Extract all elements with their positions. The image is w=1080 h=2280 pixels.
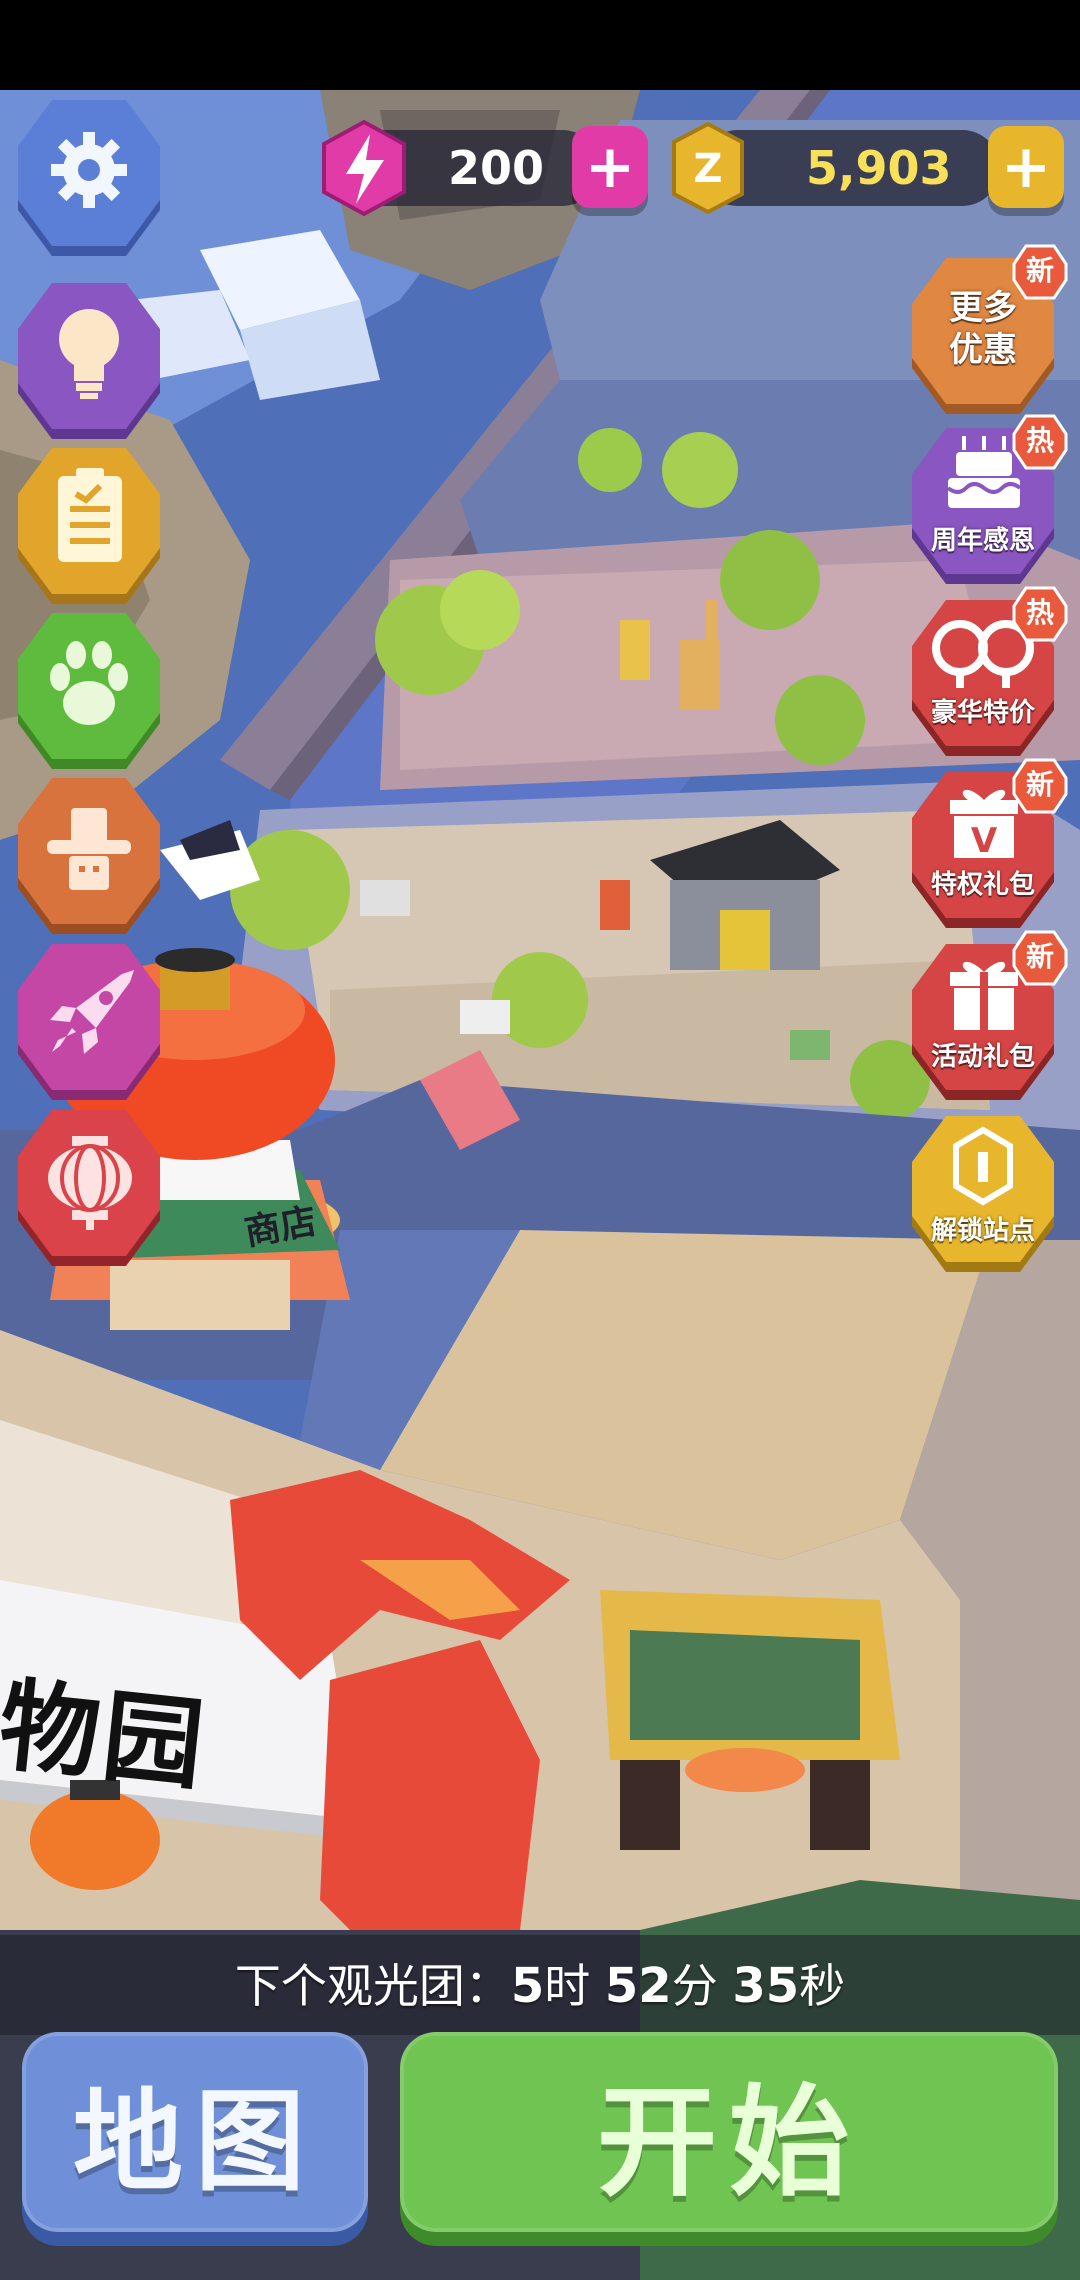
unlock-station-icon [953, 1126, 1013, 1206]
svg-text:V: V [971, 821, 998, 860]
svg-text:Z: Z [693, 146, 722, 192]
start-button[interactable]: 开始 [400, 2032, 1058, 2232]
paw-icon [50, 641, 128, 725]
gear-icon [51, 132, 127, 208]
unlock-station-button[interactable]: 解锁站点 [908, 1116, 1058, 1272]
tips-button[interactable] [14, 283, 164, 439]
luxury-deal-button[interactable]: 豪华特价 热 [908, 586, 1068, 756]
unlock-station-label: 解锁站点 [930, 1216, 1035, 1246]
start-button-label: 开始 [597, 2074, 861, 2213]
privilege-pack-label: 特权礼包 [930, 870, 1035, 900]
new-badge-label: 新 [1025, 940, 1054, 973]
rocket-button[interactable] [14, 944, 164, 1100]
status-bar [0, 0, 1080, 90]
event-pack-label: 活动礼包 [930, 1042, 1035, 1072]
coins-value: 5,903 [806, 141, 952, 195]
new-badge: 新 [1012, 244, 1068, 300]
energy-icon [318, 118, 410, 218]
anniversary-button[interactable]: 周年感恩 热 [908, 414, 1068, 584]
privilege-pack-button[interactable]: V 特权礼包 新 [908, 758, 1068, 928]
event-pack-button[interactable]: 活动礼包 新 [908, 930, 1068, 1100]
gift-vip-icon: V [950, 789, 1018, 860]
tour-minutes-unit: 分 [671, 1959, 718, 2013]
map-button[interactable]: 地图 [22, 2032, 368, 2232]
tour-hours-unit: 时 [544, 1959, 591, 2013]
cake-icon [946, 436, 1022, 508]
map-button-label: 地图 [73, 2078, 317, 2206]
tour-timer-prefix: 下个观光团： [234, 1959, 511, 2013]
tour-hours: 5 [510, 1958, 545, 2014]
plus-icon: + [584, 132, 636, 202]
tour-seconds: 35 [732, 1958, 800, 2014]
rocket-icon [50, 970, 134, 1054]
lantern-event-button[interactable] [14, 1110, 164, 1266]
new-badge: 新 [1012, 758, 1068, 814]
hot-badge: 热 [1012, 414, 1068, 470]
hot-badge-label: 热 [1025, 424, 1054, 457]
new-badge-label: 新 [1025, 768, 1054, 801]
coins-plus-button[interactable]: + [988, 126, 1064, 208]
more-deals-label-2: 优惠 [949, 330, 1017, 370]
coin-icon: Z [670, 120, 746, 216]
lightbulb-icon [59, 309, 119, 399]
gift-icon [950, 961, 1018, 1030]
tour-minutes: 52 [604, 1958, 672, 2014]
animals-button[interactable] [14, 613, 164, 769]
tour-seconds-unit: 秒 [799, 1959, 846, 2013]
plus-icon: + [1000, 132, 1052, 202]
zoo-sign-label: 物园 [0, 1666, 213, 1805]
missions-button[interactable] [14, 448, 164, 604]
hot-badge: 热 [1012, 586, 1068, 642]
energy-value: 200 [448, 141, 545, 195]
anniversary-label: 周年感恩 [930, 526, 1035, 556]
settings-button[interactable] [14, 100, 164, 256]
more-deals-button[interactable]: 更多 优惠 新 [908, 244, 1068, 414]
energy-plus-button[interactable]: + [572, 126, 648, 208]
hot-badge-label: 热 [1025, 596, 1054, 629]
zookeeper-button[interactable] [14, 778, 164, 934]
new-badge-label: 新 [1025, 254, 1054, 287]
lantern-icon [48, 1136, 132, 1230]
tour-timer: 下个观光团：5时 52分 35秒 [0, 1958, 1080, 2014]
new-badge: 新 [1012, 930, 1068, 986]
luxury-deal-label: 豪华特价 [930, 698, 1035, 728]
clipboard-icon [58, 468, 122, 562]
cowboy-hat-icon [47, 808, 131, 890]
